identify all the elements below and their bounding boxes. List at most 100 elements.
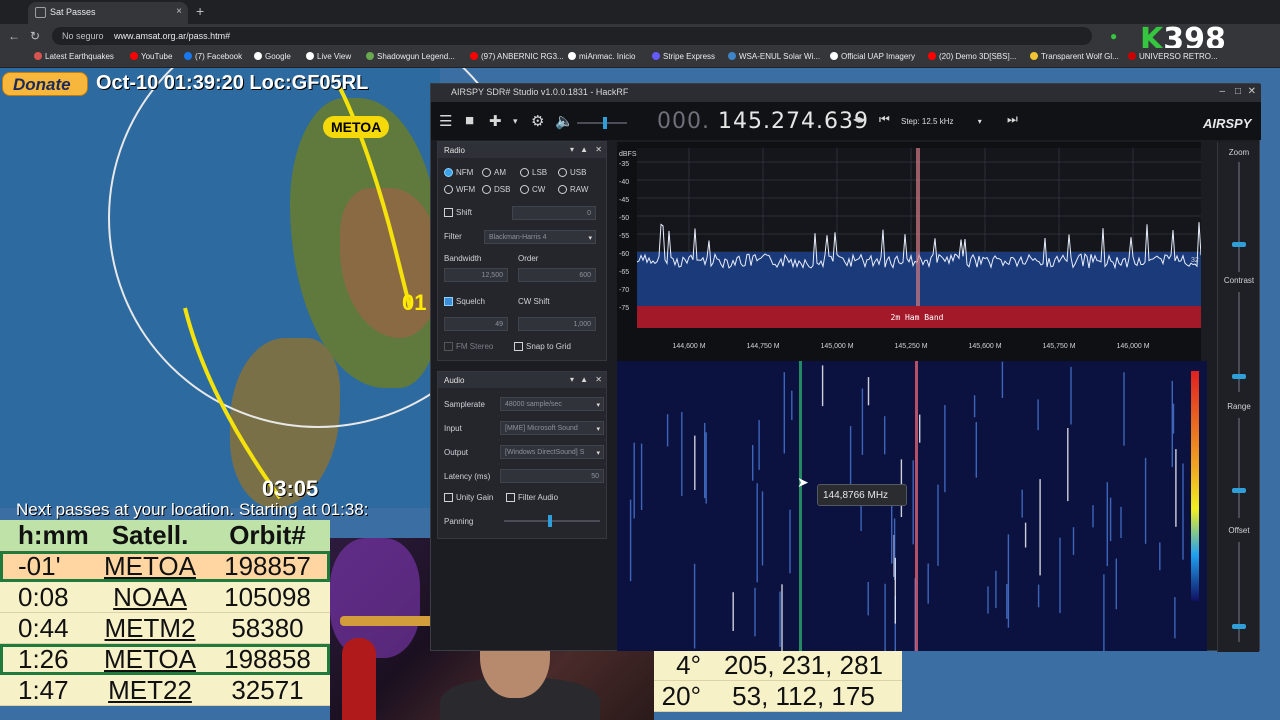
bookmark-item[interactable]: Transparent Wolf Gl...	[1030, 52, 1119, 61]
chevron-down-icon[interactable]: ▾	[513, 116, 518, 127]
close-icon[interactable]: ✕	[595, 375, 602, 384]
checkbox[interactable]	[444, 342, 453, 351]
close-tab-icon[interactable]: ×	[176, 6, 182, 17]
bookmark-item[interactable]: WSA-ENUL Solar Wi...	[728, 52, 820, 61]
bookmark-item[interactable]: YouTube	[130, 52, 172, 61]
samplerate-select[interactable]: 48000 sample/sec ▾	[500, 397, 604, 411]
new-tab-button[interactable]: +	[196, 3, 204, 19]
radio-button[interactable]	[444, 168, 453, 177]
table-row: 4° 205, 231, 281	[650, 650, 902, 681]
checkbox[interactable]	[444, 297, 453, 306]
volume-knob[interactable]	[603, 117, 607, 129]
menu-icon[interactable]: ☰	[439, 112, 452, 130]
mode-dsb[interactable]: DSB	[482, 185, 510, 194]
zoom-slider[interactable]	[1238, 162, 1240, 272]
url-field[interactable]: No seguro www.amsat.org.ar/pass.htm#	[52, 27, 1092, 45]
close-icon[interactable]: ✕	[1248, 86, 1256, 97]
shift-input[interactable]: 0	[512, 206, 596, 220]
mode-cw[interactable]: CW	[520, 185, 545, 194]
input-select[interactable]: [MME] Microsoft Sound ▾	[500, 421, 604, 435]
range-knob[interactable]	[1232, 488, 1246, 493]
gear-icon[interactable]: ⚙	[531, 112, 544, 130]
volume-slider[interactable]	[577, 117, 627, 129]
db-tick-label: -60	[619, 251, 629, 258]
satellite-link[interactable]: MET22	[95, 675, 205, 706]
checkbox[interactable]	[514, 342, 523, 351]
bookmark-item[interactable]: Google	[254, 52, 291, 61]
waterfall-display[interactable]	[617, 361, 1207, 651]
cwshift-input[interactable]: 1,000	[518, 317, 596, 331]
step-forward-icon[interactable]: ⏭	[1007, 112, 1018, 127]
fmstereo-checkbox[interactable]: FM Stereo	[444, 342, 493, 351]
chevron-down-icon[interactable]: ▾	[570, 375, 574, 384]
latency-input[interactable]: 50	[500, 469, 604, 483]
bookmark-item[interactable]: (97) ANBERNIC RG3...	[470, 52, 564, 61]
add-icon[interactable]: ✚	[489, 112, 502, 130]
pin-icon[interactable]: ▲	[580, 375, 588, 384]
order-input[interactable]: 600	[518, 268, 596, 282]
satellite-link[interactable]: METOA	[95, 644, 205, 675]
shift-checkbox[interactable]: Shift	[444, 208, 472, 217]
frequency-display[interactable]: 000. 145.274.639	[657, 109, 869, 134]
volume-icon[interactable]: 🔈	[555, 112, 574, 130]
mode-nfm[interactable]: NFM	[444, 168, 473, 177]
bookmark-item[interactable]: Shadowgun Legend...	[366, 52, 455, 61]
offset-knob[interactable]	[1232, 624, 1246, 629]
panning-slider[interactable]	[504, 515, 600, 527]
bookmark-item[interactable]: UNIVERSO RETRO...	[1128, 52, 1218, 61]
filter-audio-checkbox[interactable]: Filter Audio	[506, 493, 558, 502]
tab-sat-passes[interactable]: Sat Passes ×	[28, 2, 188, 24]
radio-button[interactable]	[482, 168, 491, 177]
spectrum-display[interactable]: 2m Ham Band dBFS -35 -40 -45 -50 -55 -60 -65 -7…	[617, 142, 1201, 364]
satellite-marker-label[interactable]: METOA	[323, 116, 390, 138]
stop-icon[interactable]: ■	[465, 112, 474, 129]
bookmark-item[interactable]: Live View	[306, 52, 351, 61]
mode-wfm[interactable]: WFM	[444, 185, 475, 194]
bookmark-item[interactable]: Official UAP Imagery	[830, 52, 915, 61]
bookmark-item[interactable]: (20) Demo 3D[SBS]...	[928, 52, 1016, 61]
extension-icon[interactable]: ●	[1110, 29, 1117, 43]
satellite-link[interactable]: NOAA	[95, 582, 205, 613]
radio-button[interactable]	[520, 168, 529, 177]
zoom-knob[interactable]	[1232, 242, 1246, 247]
back-arrow-icon[interactable]: ←	[8, 29, 20, 43]
bookmark-item[interactable]: miAnmac. Inicio	[568, 52, 635, 61]
output-select[interactable]: [Windows DirectSound] S ▾	[500, 445, 604, 459]
radio-button[interactable]	[444, 185, 453, 194]
unity-gain-checkbox[interactable]: Unity Gain	[444, 493, 493, 502]
maximize-icon[interactable]: □	[1235, 86, 1241, 97]
radio-button[interactable]	[482, 185, 491, 194]
donate-button[interactable]: Donate	[2, 72, 88, 96]
close-icon[interactable]: ✕	[595, 145, 602, 154]
contrast-knob[interactable]	[1232, 374, 1246, 379]
mode-raw[interactable]: RAW	[558, 185, 588, 194]
bandwidth-input[interactable]: 12,500	[444, 268, 508, 282]
mode-lsb[interactable]: LSB	[520, 168, 547, 177]
checkbox[interactable]	[444, 208, 453, 217]
radio-button[interactable]	[520, 185, 529, 194]
bookmark-item[interactable]: Latest Earthquakes	[34, 52, 114, 61]
filter-select[interactable]: Blackman-Harris 4 ▾	[484, 230, 596, 244]
satellite-link[interactable]: METM2	[95, 613, 205, 644]
panning-knob[interactable]	[548, 515, 552, 527]
tune-arrows-icon[interactable]: ◂▸	[853, 112, 865, 126]
minimize-icon[interactable]: –	[1219, 86, 1225, 97]
reload-icon[interactable]: ↻	[30, 29, 40, 43]
checkbox[interactable]	[444, 493, 453, 502]
mode-usb[interactable]: USB	[558, 168, 586, 177]
checkbox[interactable]	[506, 493, 515, 502]
step-back-icon[interactable]: ⏮	[879, 112, 890, 127]
mode-am[interactable]: AM	[482, 168, 506, 177]
radio-button[interactable]	[558, 185, 567, 194]
pin-icon[interactable]: ▲	[580, 145, 588, 154]
chevron-down-icon[interactable]: ▾	[570, 145, 574, 154]
step-select[interactable]: Step: 12.5 kHz ▾	[901, 117, 1001, 126]
satellite-link[interactable]: METOA	[95, 551, 205, 582]
range-slider[interactable]	[1238, 418, 1240, 518]
bookmark-item[interactable]: Stripe Express	[652, 52, 715, 61]
squelch-checkbox[interactable]: Squelch	[444, 297, 485, 306]
squelch-input[interactable]: 49	[444, 317, 508, 331]
bookmark-item[interactable]: (7) Facebook	[184, 52, 242, 61]
snap-checkbox[interactable]: Snap to Grid	[514, 342, 571, 351]
radio-button[interactable]	[558, 168, 567, 177]
